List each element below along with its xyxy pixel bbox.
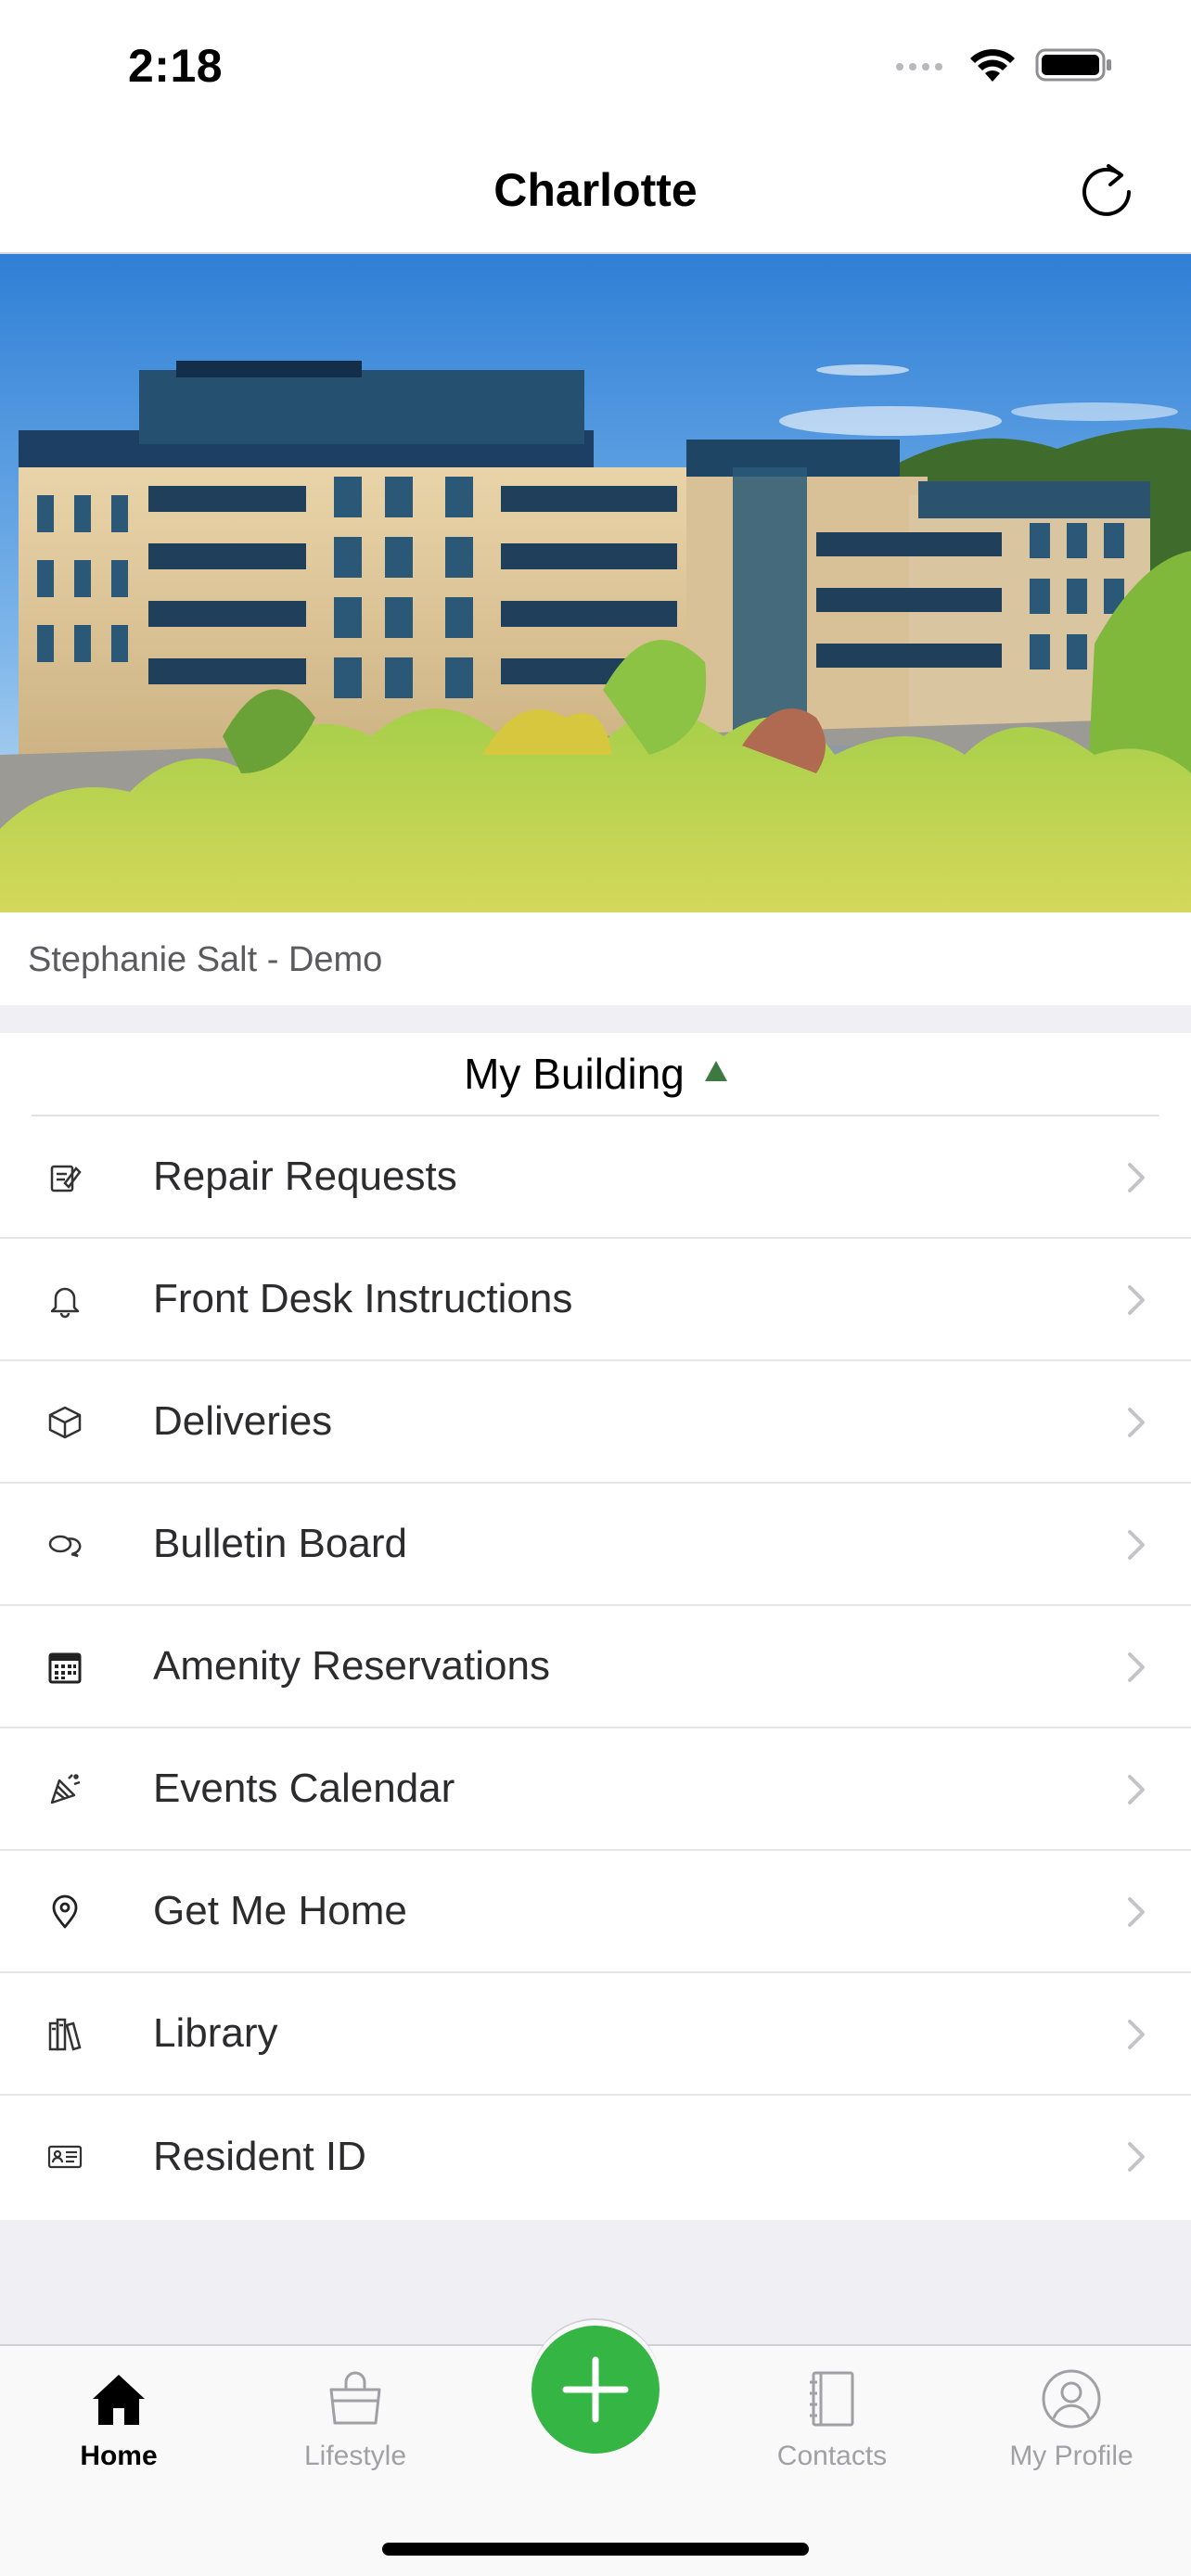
resident-name-row: Stephanie Salt - Demo [0, 912, 1191, 1005]
my-building-section-header[interactable]: My Building [0, 1033, 1191, 1116]
shopping-bag-icon [323, 2366, 388, 2431]
menu-item-deliveries[interactable]: Deliveries [0, 1361, 1191, 1484]
refresh-button[interactable] [1074, 158, 1139, 223]
tab-home[interactable]: Home [12, 2366, 225, 2487]
menu-item-get-me-home[interactable]: Get Me Home [0, 1851, 1191, 1973]
battery-icon [1035, 46, 1113, 88]
section-title: My Building [464, 1050, 685, 1098]
menu-item-label: Resident ID [153, 2134, 366, 2179]
chevron-right-icon [1117, 2138, 1154, 2175]
menu-item-events-calendar[interactable]: Events Calendar [0, 1728, 1191, 1851]
chat-bubbles-icon [46, 1526, 83, 1563]
refresh-icon [1082, 164, 1131, 216]
building-photo [0, 254, 1191, 912]
menu-item-amenity-reservations[interactable]: Amenity Reservations [0, 1606, 1191, 1728]
menu-item-label: Deliveries [153, 1398, 333, 1444]
navigation-bar: Charlotte [0, 130, 1191, 254]
menu-item-label: Events Calendar [153, 1766, 455, 1811]
menu-item-library[interactable]: Library [0, 1973, 1191, 2096]
tab-contacts[interactable]: Contacts [725, 2366, 939, 2487]
home-indicator [382, 2543, 809, 2556]
tab-label: Contacts [776, 2441, 888, 2471]
section-divider [0, 1005, 1191, 1033]
package-icon [46, 1404, 83, 1441]
menu-item-label: Library [153, 2010, 278, 2056]
tab-label: Lifestyle [303, 2441, 407, 2471]
menu-item-front-desk-instructions[interactable]: Front Desk Instructions [0, 1239, 1191, 1361]
menu-item-label: Front Desk Instructions [153, 1276, 573, 1321]
menu-item-label: Get Me Home [153, 1888, 407, 1933]
repair-icon [46, 1159, 83, 1196]
chevron-right-icon [1117, 1159, 1154, 1196]
chevron-right-icon [1117, 1282, 1154, 1319]
chevron-right-icon [1117, 1649, 1154, 1686]
location-pin-icon [46, 1894, 83, 1931]
calendar-icon [46, 1649, 83, 1686]
cellular-signal-icon [894, 57, 950, 77]
status-icons [894, 46, 1113, 88]
status-time: 2:18 [128, 40, 224, 92]
status-bar: 2:18 [0, 0, 1191, 130]
chevron-right-icon [1117, 1771, 1154, 1808]
menu-item-repair-requests[interactable]: Repair Requests [0, 1116, 1191, 1239]
chevron-right-icon [1117, 2016, 1154, 2053]
resident-name: Stephanie Salt - Demo [28, 940, 383, 979]
chevron-right-icon [1117, 1894, 1154, 1931]
add-button[interactable] [531, 2326, 660, 2454]
menu-item-label: Bulletin Board [153, 1521, 407, 1566]
tab-my-profile[interactable]: My Profile [965, 2366, 1178, 2487]
tab-lifestyle[interactable]: Lifestyle [249, 2366, 462, 2487]
id-card-icon [46, 2138, 83, 2175]
chevron-right-icon [1117, 1404, 1154, 1441]
home-icon [86, 2366, 151, 2431]
tab-label: My Profile [1009, 2441, 1133, 2471]
collapse-caret-icon [704, 1061, 727, 1081]
page-title: Charlotte [493, 164, 698, 216]
tab-label: Home [80, 2441, 158, 2471]
party-icon [46, 1771, 83, 1808]
contacts-book-icon [800, 2366, 864, 2431]
menu-item-bulletin-board[interactable]: Bulletin Board [0, 1484, 1191, 1606]
menu-item-label: Amenity Reservations [153, 1643, 550, 1689]
profile-icon [1039, 2366, 1104, 2431]
wifi-icon [968, 46, 1017, 88]
books-icon [46, 2016, 83, 2053]
plus-icon [562, 2356, 629, 2423]
menu-item-resident-id[interactable]: Resident ID [0, 2096, 1191, 2218]
building-menu-list: Repair Requests Front Desk Instructions … [0, 1116, 1191, 2218]
menu-item-label: Repair Requests [153, 1154, 457, 1199]
chevron-right-icon [1117, 1526, 1154, 1563]
tab-bar: Home Lifestyle Contacts My Profile [0, 2318, 1191, 2576]
bell-icon [46, 1282, 83, 1319]
